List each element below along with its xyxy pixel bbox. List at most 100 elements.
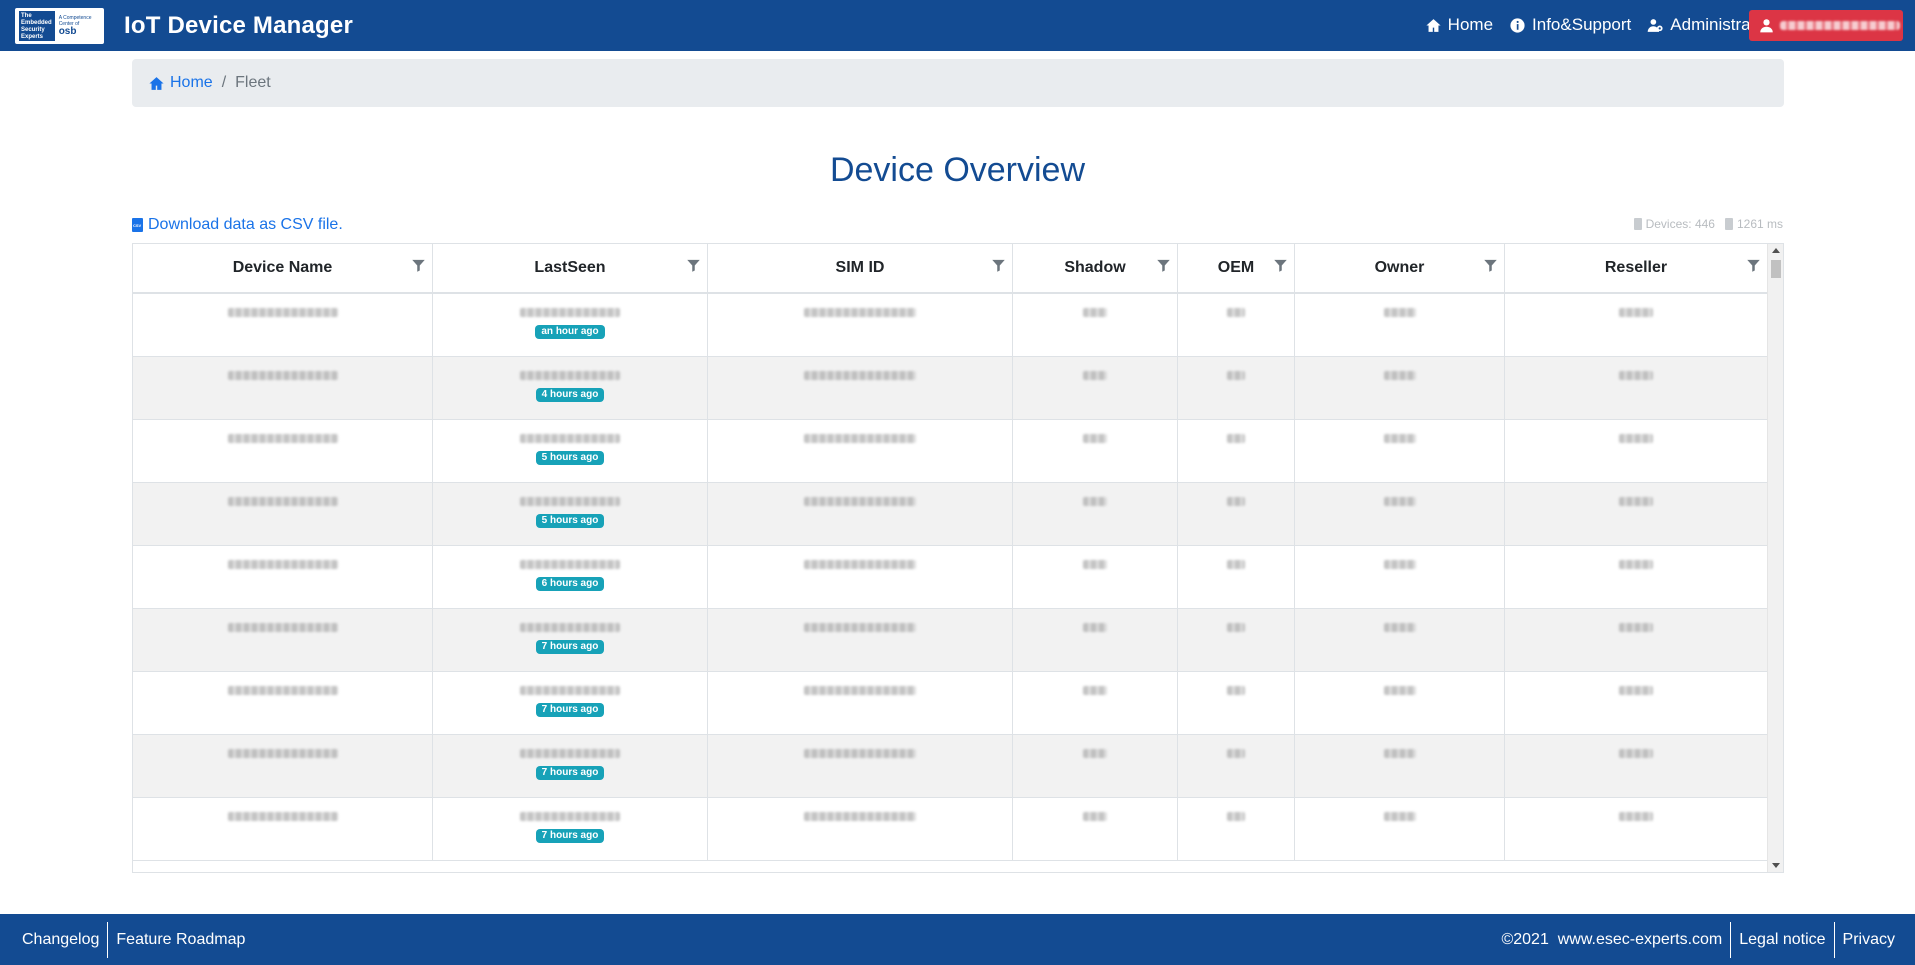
redacted-value [804, 434, 916, 443]
redacted-value [1383, 623, 1416, 632]
user-icon [1760, 19, 1773, 33]
table-row[interactable]: 5 hours ago [133, 483, 1768, 546]
redacted-value [1227, 308, 1245, 317]
redacted-value [520, 560, 620, 569]
column-label: Device Name [232, 259, 333, 276]
footer-left: Changelog Feature Roadmap [0, 914, 253, 965]
column-owner[interactable]: Owner [1295, 244, 1505, 292]
filter-icon[interactable] [411, 258, 426, 273]
column-device-name[interactable]: Device Name [133, 244, 433, 292]
redacted-value [227, 686, 338, 695]
cell-reseller [1505, 735, 1768, 797]
redacted-value [1227, 560, 1245, 569]
filter-icon[interactable] [1156, 258, 1171, 273]
site-link[interactable]: www.esec-experts.com [1558, 931, 1723, 949]
changelog-link[interactable]: Changelog [14, 921, 109, 958]
table-scrollbar[interactable] [1767, 244, 1783, 872]
cell-sim-id [708, 483, 1013, 545]
last-seen-badge: 7 hours ago [535, 829, 605, 843]
filter-icon[interactable] [1483, 258, 1498, 273]
redacted-value [1619, 812, 1653, 821]
filter-icon[interactable] [686, 258, 701, 273]
load-time: 1261 ms [1736, 217, 1783, 231]
redacted-value [520, 497, 620, 506]
redacted-value [1619, 434, 1653, 443]
redacted-value [227, 749, 338, 758]
redacted-value [227, 497, 338, 506]
cell-oem [1178, 735, 1295, 797]
redacted-value [804, 497, 916, 506]
table-row[interactable]: 7 hours ago [133, 798, 1768, 861]
cell-owner [1295, 357, 1505, 419]
device-table: Device Name LastSeen SIM ID Shadow OEM O… [132, 243, 1784, 873]
cell-reseller [1505, 357, 1768, 419]
redacted-value [1227, 434, 1245, 443]
cell-lastseen: 5 hours ago [433, 483, 708, 545]
redacted-value [804, 623, 916, 632]
legal-notice-link[interactable]: Legal notice [1731, 921, 1835, 958]
company-logo[interactable]: The Embedded Security Experts A Competen… [15, 8, 104, 44]
cell-oem [1178, 672, 1295, 734]
cell-sim-id [708, 546, 1013, 608]
filter-icon[interactable] [1273, 258, 1288, 273]
scroll-down-arrow[interactable] [1772, 863, 1780, 868]
redacted-value [520, 686, 620, 695]
app-title[interactable]: IoT Device Manager [124, 12, 353, 40]
cell-device-name [133, 294, 433, 356]
redacted-value [1383, 560, 1416, 569]
redacted-value [1227, 623, 1245, 632]
nav-info-support[interactable]: Info&Support [1509, 15, 1631, 35]
filter-icon[interactable] [991, 258, 1006, 273]
cell-device-name [133, 420, 433, 482]
cell-device-name [133, 357, 433, 419]
nav-home[interactable]: Home [1425, 15, 1493, 35]
user-account-button[interactable] [1749, 10, 1903, 41]
redacted-value [520, 434, 620, 443]
redacted-value [1383, 308, 1416, 317]
table-row[interactable]: 7 hours ago [133, 735, 1768, 798]
scroll-thumb[interactable] [1771, 260, 1781, 278]
cell-owner [1295, 798, 1505, 860]
cell-owner [1295, 609, 1505, 671]
users-cog-icon [1647, 18, 1663, 32]
redacted-value [1619, 749, 1653, 758]
column-shadow[interactable]: Shadow [1013, 244, 1178, 292]
device-count: Devices: 446 [1645, 217, 1715, 231]
table-row[interactable]: 7 hours ago [133, 609, 1768, 672]
table-row[interactable]: an hour ago [133, 294, 1768, 357]
redacted-value [227, 308, 338, 317]
download-csv-link[interactable]: Download data as CSV file. [132, 216, 343, 234]
privacy-link[interactable]: Privacy [1835, 922, 1903, 958]
breadcrumb-home[interactable]: Home [148, 74, 213, 92]
breadcrumb-home-label: Home [170, 74, 213, 91]
redacted-value [227, 434, 338, 443]
cell-owner [1295, 735, 1505, 797]
cell-oem [1178, 357, 1295, 419]
column-reseller[interactable]: Reseller [1505, 244, 1768, 292]
cell-owner [1295, 420, 1505, 482]
cell-owner [1295, 672, 1505, 734]
column-lastseen[interactable]: LastSeen [433, 244, 708, 292]
cell-device-name [133, 735, 433, 797]
cell-lastseen: 7 hours ago [433, 735, 708, 797]
column-oem[interactable]: OEM [1178, 244, 1295, 292]
redacted-value [804, 686, 916, 695]
table-row[interactable]: 6 hours ago [133, 546, 1768, 609]
table-row[interactable]: 5 hours ago [133, 420, 1768, 483]
scroll-up-arrow[interactable] [1772, 248, 1780, 253]
cell-shadow [1013, 735, 1178, 797]
table-body: an hour ago 4 hours ago 5 hours ago 5 hours… [133, 294, 1768, 861]
breadcrumb: Home / Fleet [132, 59, 1784, 107]
column-sim-id[interactable]: SIM ID [708, 244, 1013, 292]
cell-lastseen: 6 hours ago [433, 546, 708, 608]
footer: Changelog Feature Roadmap ©2021 www.esec… [0, 914, 1915, 965]
table-row[interactable]: 4 hours ago [133, 357, 1768, 420]
home-icon [149, 76, 164, 90]
breadcrumb-current: Fleet [235, 74, 271, 91]
feature-roadmap-link[interactable]: Feature Roadmap [108, 922, 253, 958]
table-row[interactable]: 7 hours ago [133, 672, 1768, 735]
cell-owner [1295, 483, 1505, 545]
breadcrumb-separator: / [221, 74, 227, 91]
filter-icon[interactable] [1746, 258, 1761, 273]
redacted-value [804, 560, 916, 569]
